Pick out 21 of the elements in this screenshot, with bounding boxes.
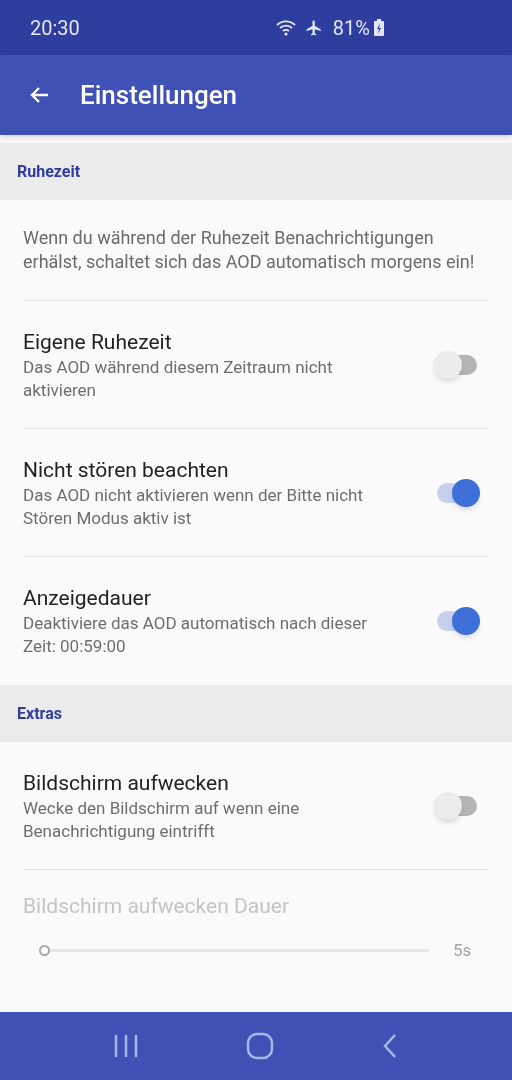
battery-charging-icon: [374, 19, 384, 36]
setting-summary: Das AOD nicht aktivieren wenn der Bitte nicht Stören Modus aktiv ist: [23, 483, 364, 530]
recent-apps-icon[interactable]: [113, 1034, 140, 1058]
airplane-icon: [304, 18, 323, 37]
section-title: Extras: [17, 702, 62, 725]
setting-title: Nicht stören beachten: [23, 456, 230, 484]
section-title: Ruhezeit: [17, 160, 81, 183]
setting-title: Anzeigedauer: [23, 585, 152, 612]
slider-value: 5s: [453, 939, 473, 962]
home-icon[interactable]: [246, 1032, 274, 1060]
info-text: Wenn du während der Ruhezeit Benachrichtigungen erhälst, schaltet sich das AOD automatisch morgens ein!: [23, 226, 476, 274]
wifi-icon: [274, 18, 297, 37]
screen-title: Einstellungen: [80, 78, 238, 112]
setting-title: Bildschirm aufwecken: [23, 769, 230, 797]
setting-summary: Das AOD während diesem Zeitraum nicht aktivieren: [23, 355, 334, 402]
slider-track[interactable]: [39, 945, 429, 957]
setting-summary: Deaktiviere das AOD automatisch nach dieser Zeit: 00:59:00: [23, 612, 369, 658]
setting-title: Eigene Ruhezeit: [23, 328, 173, 356]
battery-percentage: 81%: [332, 14, 370, 42]
status-time: 20:30: [30, 14, 80, 42]
setting-summary: Wecke den Bildschirm auf wenn eine Benachrichtigung eintrifft: [23, 796, 301, 843]
